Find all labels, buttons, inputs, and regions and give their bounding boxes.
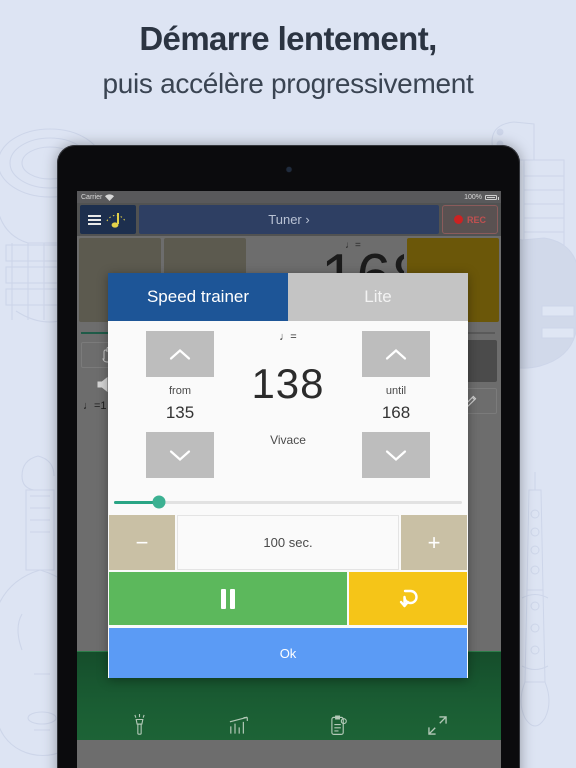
tab-lite-label: Lite (364, 287, 392, 306)
chevron-down-icon (385, 449, 407, 461)
duration-value-label: 100 sec. (263, 535, 313, 550)
status-carrier: Carrier (81, 193, 103, 201)
until-label: until (385, 385, 407, 397)
record-dot-icon (453, 215, 463, 224)
flashlight-icon[interactable] (131, 714, 148, 736)
tab-speed-trainer-label: Speed trainer (146, 287, 250, 306)
tablet-screen: Carrier 100% Tuner › REC ♩= ♩=1 Speed tr… (77, 191, 501, 768)
chevron-down-icon (169, 449, 191, 461)
wifi-icon (105, 193, 115, 201)
ios-status-bar: Carrier 100% (77, 191, 501, 203)
metronome-note-icon (106, 212, 126, 228)
until-column: until 168 (362, 331, 430, 478)
until-value: 168 (381, 403, 411, 422)
hamburger-menu-icon[interactable] (88, 214, 101, 225)
record-button[interactable]: REC (442, 205, 498, 234)
headline-line-2: puis accélère progressivement (102, 68, 474, 99)
headline-line-1: Démarre lentement, (139, 20, 437, 57)
trainer-controls: from 135 ♩= 138 Vivace until 168 (108, 321, 468, 489)
duration-increase-button[interactable]: + (401, 515, 467, 570)
duration-value[interactable]: 100 sec. (177, 515, 399, 570)
tablet-device-frame: Carrier 100% Tuner › REC ♩= ♩=1 Speed tr… (57, 145, 520, 768)
speed-trainer-modal: Speed trainer Lite from 135 ♩= 138 Vivac… (108, 273, 468, 678)
plus-icon: + (427, 529, 441, 555)
clipboard-settings-icon[interactable] (330, 714, 347, 736)
pause-icon-bar2 (230, 588, 235, 609)
fullscreen-expand-icon[interactable] (427, 715, 447, 735)
transport-actions (108, 570, 468, 625)
nav-title-tuner[interactable]: Tuner › (139, 205, 439, 234)
ok-button[interactable]: Ok (109, 628, 467, 678)
reset-undo-icon (399, 589, 418, 607)
record-button-label: REC (466, 214, 486, 225)
minus-icon: − (135, 529, 149, 555)
modal-tab-bar: Speed trainer Lite (108, 273, 468, 321)
until-increase-button[interactable] (362, 331, 430, 377)
pause-button[interactable] (109, 572, 347, 625)
tempo-slider[interactable] (114, 495, 462, 509)
duration-stepper: − 100 sec. + (108, 515, 468, 570)
until-decrease-button[interactable] (362, 432, 430, 478)
pause-icon (221, 588, 226, 609)
tab-lite[interactable]: Lite (288, 273, 468, 321)
battery-full-icon (485, 194, 499, 200)
tab-speed-trainer[interactable]: Speed trainer (108, 273, 288, 321)
bar-chart-icon[interactable] (229, 716, 249, 735)
front-camera-icon (286, 167, 291, 172)
slider-thumb-icon[interactable] (152, 495, 166, 509)
duration-decrease-button[interactable]: − (109, 515, 175, 570)
chevron-up-icon (385, 348, 407, 360)
reset-button[interactable] (349, 572, 467, 625)
ok-button-label: Ok (279, 645, 297, 661)
menu-and-logo-button[interactable] (80, 205, 136, 234)
tempo-slider-row (108, 489, 468, 515)
marketing-headline: Démarre lentement, puis accélère progres… (0, 18, 576, 104)
app-nav-bar: Tuner › REC (77, 203, 501, 236)
status-battery-percent: 100% (464, 193, 482, 201)
nav-title-label: Tuner › (268, 212, 310, 227)
